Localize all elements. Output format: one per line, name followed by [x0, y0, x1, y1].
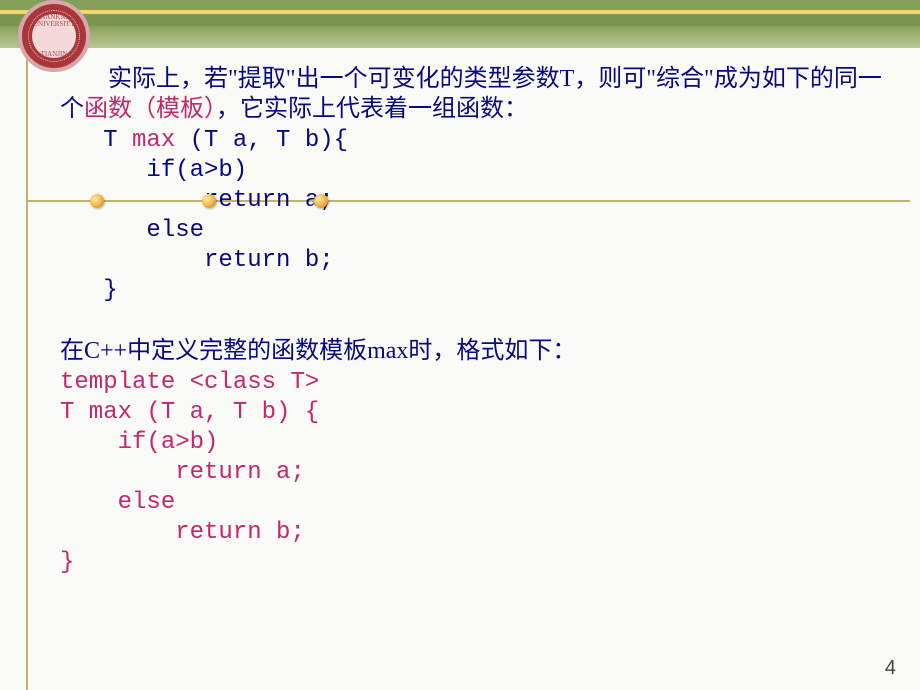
code-block-2: template <class T> T max (T a, T b) { if…	[60, 368, 890, 578]
code1-l2: if(a>b)	[60, 157, 247, 184]
code2-l3: if(a>b)	[60, 429, 218, 456]
code2-l6: return b;	[60, 519, 305, 546]
code2-l7: }	[60, 549, 74, 576]
logo-text-bottom: TIANJIN	[22, 51, 86, 58]
band-stripe	[0, 26, 920, 48]
code1-func-name: max	[132, 127, 175, 154]
para1-highlight: 函数（模板）	[84, 96, 216, 122]
paragraph-2: 在C++中定义完整的函数模板max时，格式如下：	[60, 336, 890, 366]
band-stripe	[0, 14, 920, 26]
code-block-1: T max (T a, T b){ if(a>b) return a; else…	[60, 126, 890, 306]
para2-text: 在C++中定义完整的函数模板max时，格式如下：	[60, 338, 576, 364]
code1-func-post: (T a, T b){	[175, 127, 348, 154]
paragraph-1: 实际上，若"提取"出一个可变化的类型参数T，则可"综合"成为如下的同一个函数（模…	[60, 64, 890, 124]
header-band	[0, 0, 920, 48]
bullet-dot-icon	[314, 194, 328, 208]
code1-l4: else	[60, 217, 204, 244]
logo-text-top: NANKAI UNIVERSITY	[22, 14, 86, 28]
bullet-dot-icon	[202, 194, 216, 208]
code2-l4: return a;	[60, 459, 305, 486]
code1-l5: return b;	[60, 247, 334, 274]
code2-l5: else	[60, 489, 175, 516]
code2-l1: template <class T>	[60, 369, 319, 396]
band-stripe	[0, 0, 920, 10]
code1-l6: }	[60, 277, 118, 304]
bullet-dot-icon	[90, 194, 104, 208]
para1-post: ，它实际上代表着一组函数：	[216, 96, 528, 122]
university-logo: NANKAI UNIVERSITY TIANJIN	[18, 0, 90, 72]
code1-func-pre: T	[60, 127, 132, 154]
vertical-divider	[26, 48, 28, 690]
page-number: 4	[885, 657, 896, 680]
slide-content: 实际上，若"提取"出一个可变化的类型参数T，则可"综合"成为如下的同一个函数（模…	[60, 64, 890, 578]
code2-l2: T max (T a, T b) {	[60, 399, 319, 426]
